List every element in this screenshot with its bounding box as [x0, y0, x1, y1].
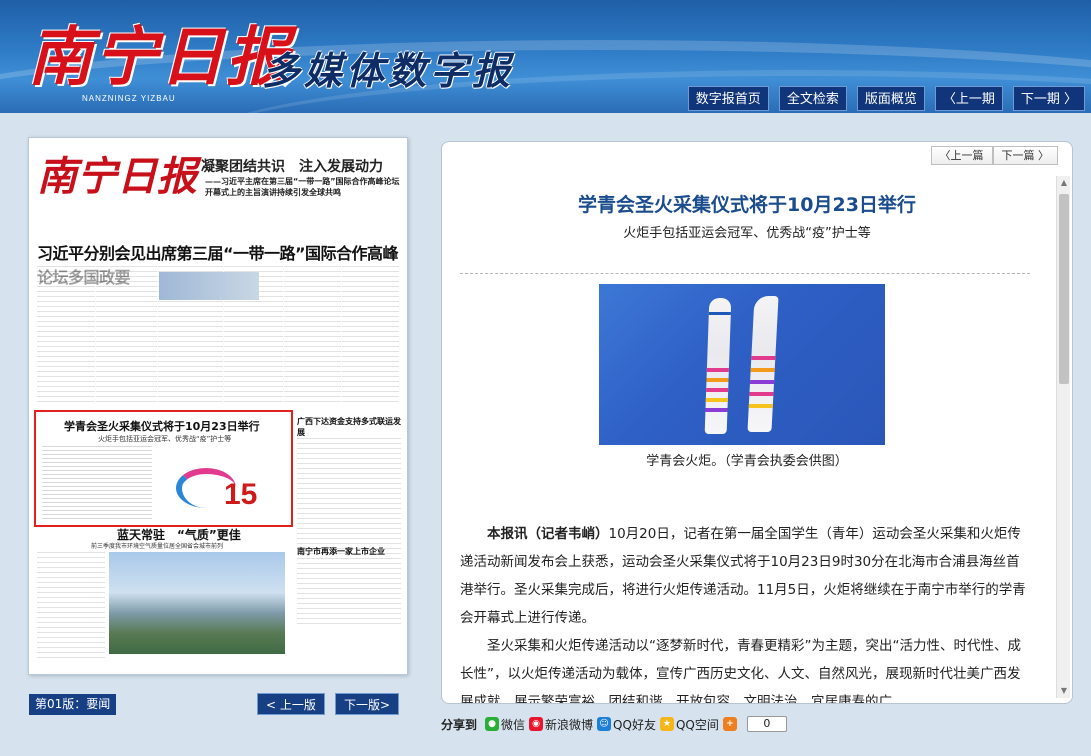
scrollbar-thumb[interactable]: [1059, 194, 1069, 384]
qq-icon: ☺: [597, 717, 612, 731]
prev-article-button[interactable]: 〈上一篇: [930, 146, 993, 165]
paper-side-headline-2[interactable]: 南宁市再添一家上市企业: [297, 546, 385, 557]
share-more-button[interactable]: +: [722, 717, 739, 731]
article-paragraph: 圣火采集和火炬传递活动以“逐梦新时代，青春更精彩”为主题，突出“活力性、时代性、…: [460, 632, 1028, 704]
site-logo-subtitle: 多媒体数字报: [262, 48, 515, 93]
article-byline: 本报讯（记者韦峭）: [487, 526, 609, 542]
article-paragraph-text: 圣火采集和火炬传递活动以“逐梦新时代，青春更精彩”为主题，突出“活力性、时代性、…: [460, 638, 1021, 704]
share-label: 分享到: [441, 717, 478, 732]
paper-side-text: [297, 438, 401, 628]
share-count: 0: [746, 716, 787, 732]
article-scrollbar[interactable]: ▲ ▼: [1056, 176, 1070, 698]
paper-city-photo: [109, 552, 285, 654]
paper-headline-top[interactable]: 凝聚团结共识 注入发展动力: [201, 156, 383, 176]
share-weibo-label: 新浪微博: [545, 717, 594, 732]
top-nav: 数字报首页 全文检索 版面概览 〈上一期 下一期 〉: [687, 86, 1085, 111]
paper-article-highlight[interactable]: 学青会圣火采集仪式将于10月23日举行 火炬手包括亚运会冠军、优秀战“疫”护士等…: [34, 410, 293, 527]
site-header: 南宁日报 NANZNINGZ YIZBAU 多媒体数字报 数字报首页 全文检索 …: [0, 0, 1091, 113]
nav-home-button[interactable]: 数字报首页: [687, 86, 769, 111]
torch-photo: [599, 284, 885, 445]
share-wechat-button[interactable]: ● 微信: [485, 716, 525, 733]
paper-photo: [159, 272, 259, 300]
site-logo[interactable]: 南宁日报: [28, 6, 292, 98]
paper-headline-sub: ——习近平主席在第三届“一带一路”国际合作高峰论坛开幕式上的主旨演讲持续引发全球…: [205, 177, 400, 197]
highlight-text-block: [42, 446, 152, 520]
article-paragraph: 本报讯（记者韦峭）10月20日，记者在第一届全国学生（青年）运动会圣火采集和火炬…: [460, 520, 1028, 632]
qzone-star-icon: ★: [659, 717, 674, 731]
photo-caption: 学青会火炬。（学青会执委会供图）: [646, 454, 848, 469]
site-logo-pinyin: NANZNINGZ YIZBAU: [82, 94, 176, 103]
next-article-button[interactable]: 下一篇 〉: [992, 146, 1058, 165]
share-bar: 分享到 ● 微信 ◉ 新浪微博 ☺ QQ好友 ★ QQ空间 + 0: [441, 714, 787, 734]
weibo-icon: ◉: [529, 717, 544, 731]
next-page-button[interactable]: 下一版>: [335, 693, 400, 715]
share-qq-button[interactable]: ☺ QQ好友: [597, 716, 656, 733]
share-qq-label: QQ好友: [613, 717, 656, 732]
edition-label: 第01版：要闻: [29, 694, 117, 715]
article-divider: [460, 273, 1030, 274]
article-panel: 〈上一篇 下一篇 〉 学青会圣火采集仪式将于10月23日举行 火炬手包括亚运会冠…: [441, 141, 1073, 704]
prev-page-button[interactable]: < 上一版: [257, 693, 325, 715]
highlight-title: 学青会圣火采集仪式将于10月23日举行: [64, 420, 260, 433]
wechat-icon: ●: [485, 717, 500, 731]
paper-left-text: [37, 552, 105, 662]
nav-overview-button[interactable]: 版面概览: [856, 86, 925, 111]
share-qzone-button[interactable]: ★ QQ空间: [659, 716, 719, 733]
share-weibo-button[interactable]: ◉ 新浪微博: [529, 716, 593, 733]
share-qzone-label: QQ空间: [675, 717, 719, 732]
nav-search-button[interactable]: 全文检索: [778, 86, 847, 111]
article-pager: 〈上一篇 下一篇 〉: [930, 146, 1058, 165]
newspaper-page-thumbnail[interactable]: 南宁日报 凝聚团结共识 注入发展动力 ——习近平主席在第三届“一带一路”国际合作…: [28, 137, 408, 675]
paper-mid-subhead: 前三季度我市环境空气质量位居全国省会城市前列: [91, 543, 224, 550]
article-body: 本报讯（记者韦峭）10月20日，记者在第一届全国学生（青年）运动会圣火采集和火炬…: [460, 520, 1028, 704]
article-subtitle: 火炬手包括亚运会冠军、优秀战“疫”护士等: [623, 226, 871, 241]
torch-icon: [704, 298, 732, 434]
highlight-subtitle: 火炬手包括亚运会冠军、优秀战“疫”护士等: [98, 435, 232, 443]
countdown-number: 15: [224, 478, 258, 511]
paper-side-headline[interactable]: 广西下达资金支持多式联运发展: [297, 416, 407, 438]
article-title: 学青会圣火采集仪式将于10月23日举行: [578, 194, 916, 216]
nav-next-issue-button[interactable]: 下一期 〉: [1012, 86, 1085, 111]
nav-prev-issue-button[interactable]: 〈上一期: [934, 86, 1003, 111]
torch-icon: [747, 296, 779, 432]
scroll-down-icon[interactable]: ▼: [1057, 684, 1071, 698]
share-wechat-label: 微信: [501, 717, 526, 732]
paper-masthead: 南宁日报: [37, 153, 197, 200]
plus-icon: +: [722, 717, 737, 731]
scroll-up-icon[interactable]: ▲: [1057, 176, 1071, 190]
